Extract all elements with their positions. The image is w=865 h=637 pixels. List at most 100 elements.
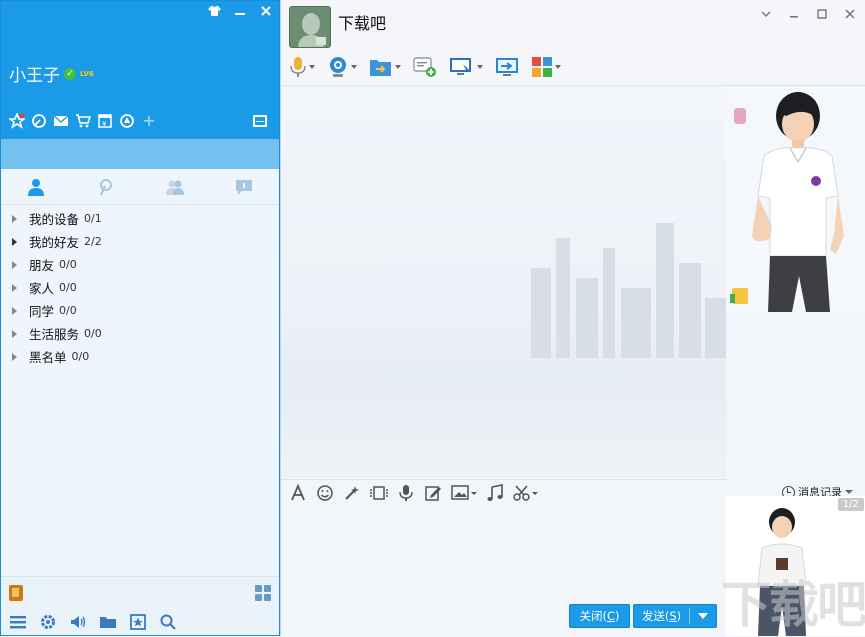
close-chat-button[interactable]: 关闭(C)	[569, 604, 630, 628]
tab-groups[interactable]	[140, 169, 210, 204]
dropdown-arrow-icon	[395, 65, 401, 69]
star-icon[interactable]	[7, 111, 27, 129]
expand-arrow-icon	[12, 283, 17, 292]
skyline-decor	[705, 298, 726, 358]
group-row[interactable]: 黑名单 0/0	[1, 345, 279, 368]
close-icon[interactable]	[259, 5, 273, 21]
message-display-area[interactable]	[281, 86, 726, 478]
webcam-icon	[330, 57, 346, 77]
tab-contacts[interactable]	[1, 169, 71, 204]
wallet-icon[interactable]: ¥	[97, 113, 113, 129]
settings-gear-icon[interactable]	[39, 613, 57, 631]
nickname[interactable]: 小王子	[9, 61, 60, 86]
qq-show-character-image	[726, 86, 865, 312]
music-icon[interactable]	[486, 483, 504, 502]
search-input[interactable]	[1, 139, 279, 169]
emoji-icon[interactable]	[316, 484, 334, 502]
send-label-group: 发送(S)	[634, 608, 690, 624]
remote-desktop-button[interactable]	[449, 56, 483, 78]
shopping-cart-icon[interactable]	[75, 113, 92, 129]
search-icon[interactable]	[159, 613, 177, 631]
image-icon[interactable]	[451, 484, 477, 502]
minimize-icon[interactable]	[233, 5, 247, 21]
close-icon[interactable]	[844, 8, 856, 23]
skyline-decor	[556, 238, 570, 358]
app-manager-icon[interactable]	[253, 115, 267, 127]
tab-qzone[interactable]	[71, 169, 141, 204]
volume-icon[interactable]	[69, 613, 87, 631]
maximize-icon[interactable]	[816, 8, 828, 23]
voice-message-icon[interactable]	[397, 484, 415, 502]
mail-icon[interactable]	[53, 113, 69, 129]
group-row[interactable]: 朋友 0/0	[1, 253, 279, 276]
close-shortcut-key: C	[606, 609, 616, 623]
screenshot-scissors-icon[interactable]	[513, 484, 538, 502]
share-screen-button[interactable]	[495, 56, 519, 78]
add-app-icon[interactable]: +	[141, 113, 157, 129]
voice-call-button[interactable]	[289, 56, 315, 78]
folder-icon[interactable]	[99, 613, 117, 631]
video-call-button[interactable]	[327, 56, 357, 78]
send-options-dropdown[interactable]	[690, 613, 716, 619]
font-icon[interactable]	[289, 483, 307, 502]
main-menu-icon[interactable]	[9, 613, 27, 631]
dropdown-arrow-icon	[555, 65, 561, 69]
group-count: 0/0	[59, 304, 77, 317]
dropdown-icon[interactable]	[760, 8, 772, 23]
send-file-button[interactable]	[369, 56, 401, 78]
group-row[interactable]: 我的好友 2/2	[1, 230, 279, 253]
minimize-icon[interactable]	[788, 8, 800, 23]
qq-main-panel: 小王子 ✓ LV6 ¥ + 我的设备 0/1 我的好友 2/2 朋友 0/0 家…	[0, 0, 280, 636]
microphone-icon	[290, 57, 306, 77]
app-grid-icon	[532, 57, 552, 77]
input-toolbar	[281, 479, 726, 505]
video-message-icon[interactable]	[370, 484, 388, 502]
group-row[interactable]: 生活服务 0/0	[1, 322, 279, 345]
message-input[interactable]	[281, 505, 726, 605]
contact-name[interactable]: 下载吧	[338, 10, 386, 34]
remote-desktop-icon	[450, 58, 471, 75]
folder-transfer-icon	[370, 60, 391, 76]
apps-button[interactable]	[531, 56, 561, 78]
tencent-games-icon[interactable]	[119, 113, 135, 129]
close-label: 关闭(	[579, 609, 607, 623]
group-count: 2/2	[84, 235, 102, 248]
close-label-end: )	[615, 609, 620, 623]
edit-note-icon[interactable]	[424, 484, 442, 502]
qzone-icon[interactable]	[31, 113, 47, 129]
bottom-toolbar	[9, 613, 177, 631]
dropdown-arrow-icon	[477, 65, 483, 69]
app-box-icon[interactable]	[9, 585, 23, 601]
send-button[interactable]: 发送(S)	[633, 604, 717, 628]
dropdown-arrow-icon	[845, 490, 853, 494]
send-label-end: )	[676, 609, 682, 623]
quick-apps-bar: ¥ +	[7, 111, 157, 129]
chat-window: 下载吧 消息记录 1/2 下载吧 关闭(C) 发送(S)	[280, 0, 865, 636]
skyline-decor	[656, 223, 674, 358]
favorites-icon[interactable]	[129, 613, 147, 631]
page-indicator: 1/2	[837, 498, 864, 511]
group-row[interactable]: 我的设备 0/1	[1, 207, 279, 230]
create-discussion-button[interactable]	[413, 56, 437, 78]
group-row[interactable]: 同学 0/0	[1, 299, 279, 322]
level-badge[interactable]: LV6	[80, 70, 94, 78]
group-count: 0/0	[59, 281, 77, 294]
dropdown-arrow-icon	[698, 613, 708, 619]
group-count: 0/0	[59, 258, 77, 271]
skin-icon[interactable]	[207, 5, 221, 21]
contact-avatar[interactable]	[289, 6, 331, 48]
group-row[interactable]: 家人 0/0	[1, 276, 279, 299]
main-bottom-bar	[1, 576, 279, 635]
qq-show-avatar-panel[interactable]	[726, 86, 865, 312]
group-count: 0/0	[84, 327, 102, 340]
dropdown-arrow-icon	[351, 65, 357, 69]
chat-header: 下载吧	[281, 0, 865, 86]
tab-recent-chats[interactable]	[210, 169, 280, 204]
chat-window-controls	[760, 8, 856, 23]
svg-text:¥: ¥	[102, 120, 107, 128]
magic-wand-icon[interactable]	[343, 484, 361, 502]
online-status-icon[interactable]: ✓	[64, 67, 76, 80]
qzone-tab-icon	[100, 178, 113, 195]
main-window-controls	[207, 5, 273, 21]
app-grid-icon[interactable]	[255, 585, 271, 601]
